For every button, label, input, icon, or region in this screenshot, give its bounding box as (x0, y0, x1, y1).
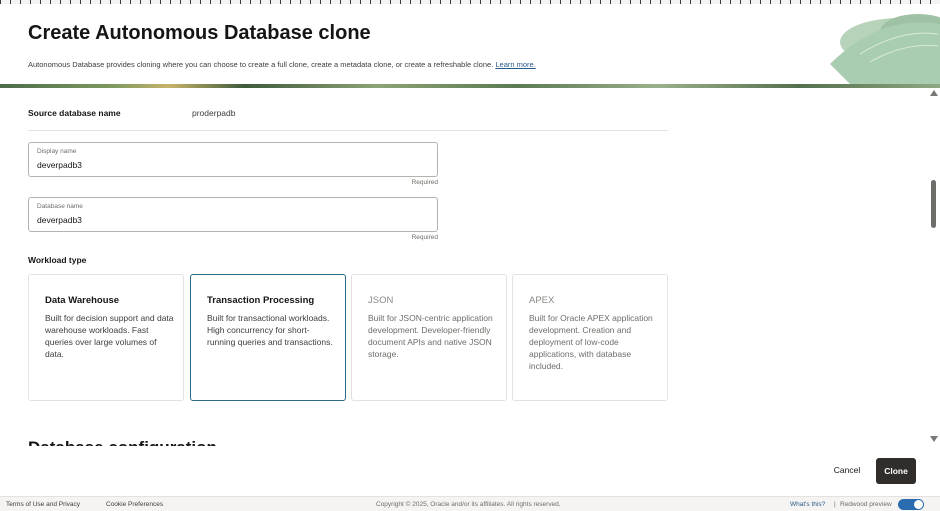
source-database-value: proderpadb (192, 108, 236, 118)
scroll-thumb[interactable] (931, 180, 936, 228)
action-bar: Cancel Clone (0, 446, 940, 496)
workload-card-json: JSON Built for JSON-centric application … (351, 274, 507, 401)
copyright-text: Copyright © 2025, Oracle and/or its affi… (376, 501, 561, 508)
workload-type-label: Workload type (28, 255, 87, 265)
card-title: APEX (529, 295, 555, 306)
decorative-leaf-illustration (830, 14, 940, 84)
vertical-scrollbar[interactable] (928, 88, 940, 446)
database-name-label: Database name (37, 203, 83, 210)
toggle-knob (914, 500, 923, 509)
database-name-field[interactable]: Database name (28, 197, 438, 232)
card-title: Data Warehouse (45, 295, 120, 306)
database-name-input[interactable] (37, 215, 417, 225)
database-name-required: Required (411, 234, 438, 241)
display-name-label: Display name (37, 148, 77, 155)
redwood-preview-label: Redwood preview (840, 501, 892, 508)
workload-card-transaction-processing[interactable]: Transaction Processing Built for transac… (190, 274, 346, 401)
page-title: Create Autonomous Database clone (28, 22, 371, 44)
page-footer: Terms of Use and Privacy Cookie Preferen… (0, 496, 940, 511)
form-scroll-area: Source database name proderpadb Display … (0, 88, 928, 446)
card-description: Built for decision support and data ware… (45, 313, 174, 359)
cookie-preferences-link[interactable]: Cookie Preferences (106, 501, 163, 508)
page-header: Create Autonomous Database clone Autonom… (0, 4, 940, 84)
workload-card-apex: APEX Built for Oracle APEX application d… (512, 274, 668, 401)
cancel-button[interactable]: Cancel (822, 458, 872, 482)
learn-more-link[interactable]: Learn more. (495, 60, 535, 69)
description-text: Autonomous Database provides cloning whe… (28, 60, 494, 69)
scroll-up-arrow-icon[interactable] (930, 90, 938, 96)
scroll-down-arrow-icon[interactable] (930, 436, 938, 442)
whats-this-link[interactable]: What's this? (790, 501, 825, 508)
redwood-preview-toggle[interactable] (898, 499, 924, 510)
terms-link[interactable]: Terms of Use and Privacy (6, 501, 80, 508)
card-description: Built for transactional workloads. High … (207, 313, 333, 347)
workload-card-data-warehouse[interactable]: Data Warehouse Built for decision suppor… (28, 274, 184, 401)
page-description: Autonomous Database provides cloning whe… (28, 60, 536, 69)
display-name-input[interactable] (37, 160, 417, 170)
footer-separator: | (834, 501, 836, 508)
card-description: Built for JSON-centric application devel… (368, 313, 493, 359)
display-name-required: Required (411, 179, 438, 186)
card-title: JSON (368, 295, 394, 306)
divider (28, 130, 668, 131)
card-description: Built for Oracle APEX application develo… (529, 313, 653, 371)
database-configuration-heading: Database configuration (28, 438, 217, 446)
card-title: Transaction Processing (207, 295, 315, 306)
clone-button[interactable]: Clone (876, 458, 916, 484)
source-database-label: Source database name (28, 108, 121, 118)
display-name-field[interactable]: Display name (28, 142, 438, 177)
